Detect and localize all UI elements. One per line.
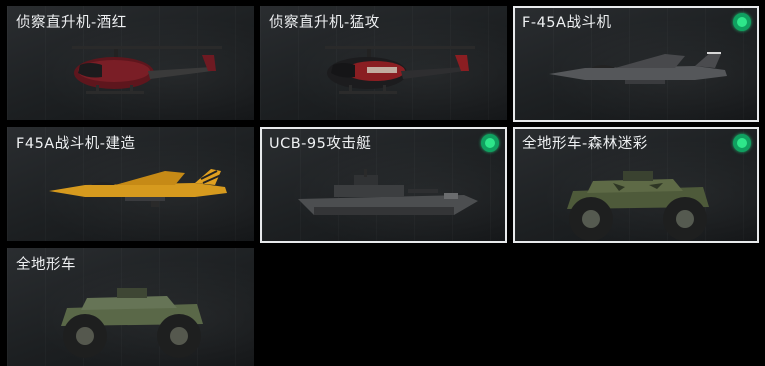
- vehicle-card-label: 全地形车: [16, 257, 76, 273]
- vehicle-card-atv[interactable]: 全地形车: [7, 248, 254, 366]
- vehicle-card-label: 全地形车-森林迷彩: [522, 136, 648, 152]
- vehicle-card-label: 侦察直升机-猛攻: [269, 15, 380, 31]
- vehicle-card-label: UCB-95攻击艇: [269, 136, 372, 152]
- vehicle-card-label: 侦察直升机-酒红: [16, 15, 127, 31]
- helicopter-icon: [72, 46, 222, 94]
- boat-icon: [298, 169, 478, 215]
- fighter-jet-icon: [549, 52, 727, 84]
- vehicle-card-ucb95[interactable]: UCB-95攻击艇: [260, 127, 507, 243]
- vehicle-card-scout-heli-wine[interactable]: 侦察直升机-酒红: [7, 6, 254, 120]
- atv-icon: [61, 288, 203, 358]
- vehicle-card-label: F-45A战斗机: [522, 15, 612, 31]
- equipped-badge-icon: [481, 134, 499, 152]
- vehicle-card-scout-heli-assault[interactable]: 侦察直升机-猛攻: [260, 6, 507, 120]
- vehicle-card-f45a-build[interactable]: F45A战斗机-建造: [7, 127, 254, 241]
- vehicle-card-f45a[interactable]: F-45A战斗机: [513, 6, 759, 122]
- atv-icon: [567, 171, 709, 241]
- vehicle-card-atv-forest-camo[interactable]: 全地形车-森林迷彩: [513, 127, 759, 243]
- equipped-badge-icon: [733, 134, 751, 152]
- vehicle-card-label: F45A战斗机-建造: [16, 136, 136, 152]
- fighter-jet-icon: [49, 169, 227, 207]
- helicopter-icon: [325, 46, 475, 94]
- equipped-badge-icon: [733, 13, 751, 31]
